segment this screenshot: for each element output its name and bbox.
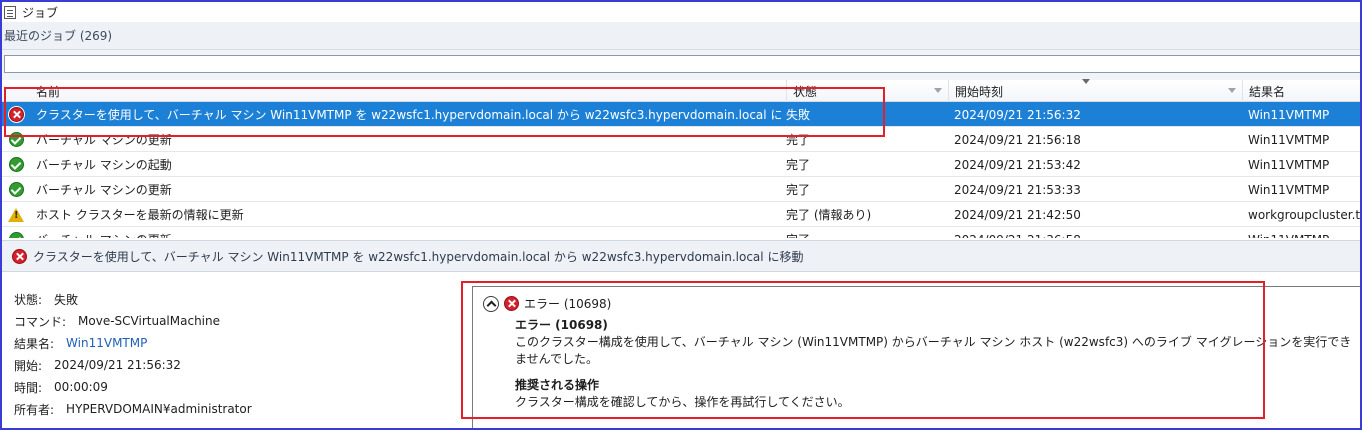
job-start-time: 2024/09/21 21:56:32 — [954, 107, 1081, 122]
error-icon — [504, 296, 519, 311]
job-row[interactable]: バーチャル マシンの更新完了 2024/09/21 21:36:58 Win11VM… — [2, 227, 1360, 238]
column-header-result-name-label: 結果名 — [1249, 84, 1286, 99]
job-status: 失敗 — [786, 108, 811, 122]
job-properties: 状態: 失敗コマンド: Move-SCVirtualMachine 結果名: Win11… — [14, 288, 454, 420]
title-bar: ジョブ — [2, 2, 1360, 22]
job-row[interactable]: バーチャル マシンの起動 完了 2024/09/21 21:53:42 Win11VM… — [2, 152, 1360, 177]
window-title: ジョブ — [22, 5, 59, 20]
recent-jobs-title: 最近のジョブ (269) — [4, 29, 113, 43]
job-name: クラスターを使用して、バーチャル マシン Win11VMTMP を w22wsf… — [36, 108, 781, 122]
jobs-icon — [4, 5, 16, 19]
property-value: HYPERVDOMAIN¥administrator — [66, 402, 252, 416]
property-value-link[interactable]: Win11VMTMP — [66, 336, 147, 350]
property-row: 時間: 00:00:09 — [14, 376, 454, 398]
error-title: エラー (10698) — [515, 318, 608, 332]
success-icon — [8, 182, 24, 197]
job-start-time: 2024/09/21 21:53:42 — [954, 157, 1081, 172]
job-status-icon-cell — [6, 177, 26, 202]
job-row[interactable]: バーチャル マシンの更新 完了 2024/09/21 21:56:18 Win11VM… — [2, 127, 1360, 152]
column-header-result-name[interactable]: 結果名 — [1242, 80, 1360, 102]
jobs-window: ジョブ 最近のジョブ (269) 名前 状態 開始時刻 結果名 クラスターを使用… — [0, 0, 1362, 430]
property-row: 開始: 2024/09/21 21:56:32 — [14, 354, 454, 376]
job-name: ホスト クラスターを最新の情報に更新 — [36, 208, 244, 222]
job-row[interactable]: バーチャル マシンの更新 完了 2024/09/21 21:53:33 Win11VM… — [2, 177, 1360, 202]
recent-jobs-header: 最近のジョブ (269) — [2, 22, 1360, 50]
property-label: コマンド: — [14, 314, 67, 329]
collapse-icon[interactable] — [483, 295, 499, 312]
job-status: 完了 (情報あり) — [786, 208, 872, 222]
job-result-name: Win11VMTMP — [1248, 227, 1360, 239]
error-message-pane: エラー (10698) エラー (10698) このクラスター構成を使用して、バ… — [472, 286, 1360, 428]
job-status: 完了 — [786, 158, 811, 172]
job-name: バーチャル マシンの起動 — [36, 158, 172, 172]
warning-icon — [8, 207, 24, 222]
column-header-status-label: 状態 — [793, 84, 818, 99]
job-status-icon-cell — [6, 227, 26, 238]
job-result-name: workgroupcluster.test — [1248, 207, 1360, 222]
job-start-time: 2024/09/21 21:56:18 — [954, 132, 1081, 147]
filter-input[interactable] — [4, 55, 1360, 73]
filter-bar — [2, 50, 1360, 80]
error-icon — [8, 107, 24, 122]
property-label: 状態: — [14, 292, 43, 307]
success-icon — [8, 157, 24, 172]
job-status-icon-cell — [6, 202, 26, 227]
column-header-name[interactable]: 名前 — [30, 80, 786, 102]
error-message: このクラスター構成を使用して、バーチャル マシン (Win11VMTMP) から… — [515, 335, 1352, 366]
job-start-time: 2024/09/21 21:42:50 — [954, 207, 1081, 222]
job-detail-title: クラスターを使用して、バーチャル マシン Win11VMTMP を w22wsf… — [33, 249, 804, 264]
start-time-filter-dropdown-icon[interactable] — [1228, 88, 1236, 93]
property-value: 00:00:09 — [54, 380, 108, 394]
recommended-action-title: 推奨される操作 — [515, 378, 600, 392]
column-header-start-time[interactable]: 開始時刻 — [948, 80, 1242, 102]
job-result-name: Win11VMTMP — [1248, 157, 1330, 172]
property-value: 2024/09/21 21:56:32 — [54, 358, 181, 372]
property-label: 開始: — [14, 358, 43, 373]
job-start-time: 2024/09/21 21:36:58 — [954, 227, 1238, 239]
job-result-name: Win11VMTMP — [1248, 107, 1330, 122]
error-header-label: エラー (10698) — [524, 297, 612, 311]
success-icon — [8, 132, 24, 147]
property-row: 所有者: HYPERVDOMAIN¥administrator — [14, 398, 454, 420]
status-filter-dropdown-icon[interactable] — [934, 88, 942, 93]
error-body: エラー (10698) このクラスター構成を使用して、バーチャル マシン (Wi… — [515, 317, 1355, 411]
job-name: バーチャル マシンの更新 — [36, 183, 172, 197]
job-status: 完了 — [786, 183, 811, 197]
property-value: Move-SCVirtualMachine — [78, 314, 220, 328]
job-result-name: Win11VMTMP — [1248, 182, 1330, 197]
job-name: バーチャル マシンの更新 — [36, 133, 172, 147]
property-row: コマンド: Move-SCVirtualMachine — [14, 310, 454, 332]
job-status-icon-cell — [6, 102, 26, 127]
job-name: バーチャル マシンの更新 — [36, 227, 781, 238]
success-icon — [8, 232, 24, 238]
column-header-status[interactable]: 状態 — [786, 80, 948, 102]
property-row: 結果名: Win11VMTMP — [14, 332, 454, 354]
sort-descending-icon — [1082, 79, 1090, 84]
recommended-action-text: クラスター構成を確認してから、操作を再試行してください。 — [515, 395, 850, 409]
jobs-grid: クラスターを使用して、バーチャル マシン Win11VMTMP を w22wsf… — [2, 102, 1360, 238]
column-header-start-time-label: 開始時刻 — [955, 84, 1004, 99]
property-label: 時間: — [14, 380, 43, 395]
job-status: 完了 — [786, 133, 811, 147]
job-row[interactable]: ホスト クラスターを最新の情報に更新 完了 (情報あり) 2024/09/21 21… — [2, 202, 1360, 227]
property-label: 結果名: — [14, 336, 55, 351]
job-result-name: Win11VMTMP — [1248, 132, 1330, 147]
property-row: 状態: 失敗 — [14, 288, 454, 310]
job-row[interactable]: クラスターを使用して、バーチャル マシン Win11VMTMP を w22wsf… — [2, 102, 1360, 127]
error-icon — [12, 248, 27, 264]
job-status: 完了 — [786, 227, 942, 238]
job-status-icon-cell — [6, 127, 26, 152]
error-section-header: エラー (10698) — [483, 295, 611, 312]
property-label: 所有者: — [14, 402, 55, 417]
job-start-time: 2024/09/21 21:53:33 — [954, 182, 1081, 197]
job-detail-header: クラスターを使用して、バーチャル マシン Win11VMTMP を w22wsf… — [2, 240, 1360, 272]
job-status-icon-cell — [6, 152, 26, 177]
column-header-name-label: 名前 — [36, 84, 61, 99]
jobs-grid-header: 名前 状態 開始時刻 結果名 — [2, 79, 1360, 102]
property-value: 失敗 — [54, 292, 79, 307]
